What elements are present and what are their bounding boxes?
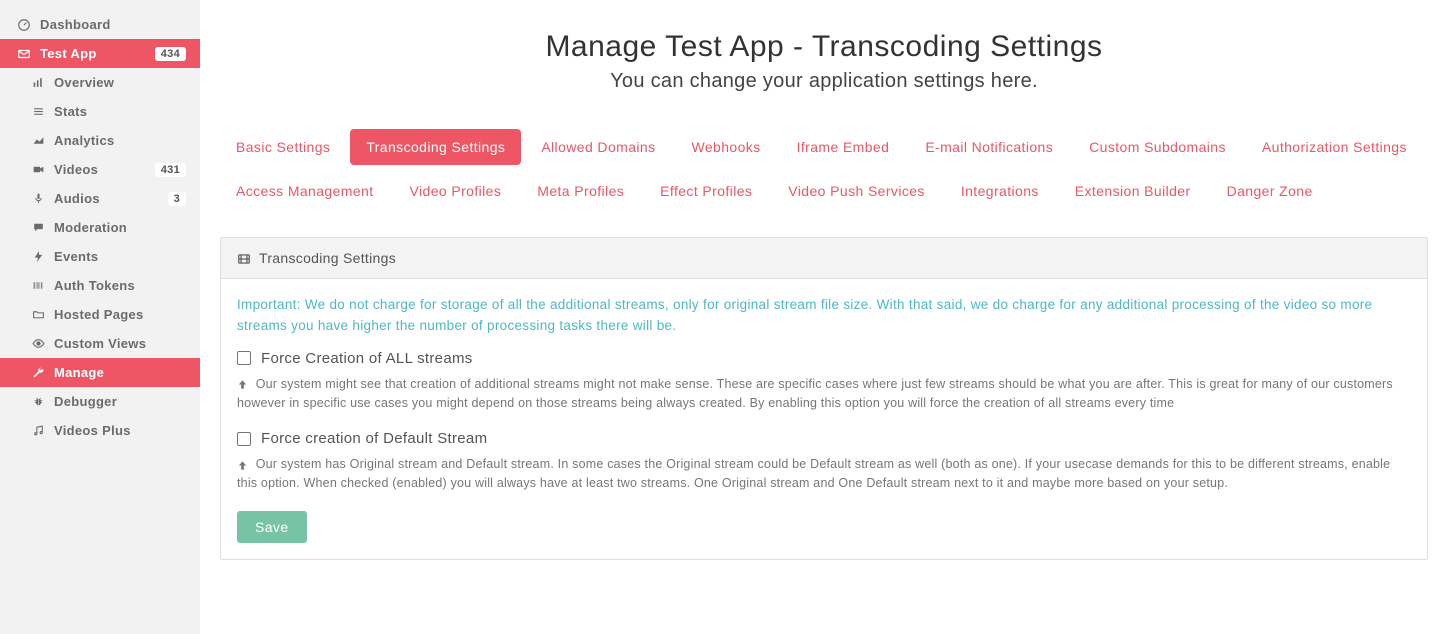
- force-default-stream-checkbox[interactable]: [237, 432, 251, 446]
- tab-meta-profiles[interactable]: Meta Profiles: [521, 173, 640, 209]
- sidebar-item-test-app[interactable]: Test App 434: [0, 39, 200, 68]
- tab-iframe-embed[interactable]: Iframe Embed: [781, 129, 906, 165]
- tab-authorization-settings[interactable]: Authorization Settings: [1246, 129, 1423, 165]
- sidebar-item-label: Videos Plus: [54, 423, 131, 438]
- sidebar-item-label: Videos: [54, 162, 98, 177]
- tab-effect-profiles[interactable]: Effect Profiles: [644, 173, 768, 209]
- list-icon: [28, 105, 48, 118]
- panel-body: Important: We do not charge for storage …: [221, 279, 1427, 559]
- force-all-streams-label[interactable]: Force Creation of ALL streams: [261, 350, 473, 367]
- wrench-icon: [28, 366, 48, 379]
- force-all-streams-hint: Our system might see that creation of ad…: [237, 375, 1411, 413]
- dashboard-icon: [14, 18, 34, 32]
- arrow-up-icon: [237, 377, 252, 391]
- sidebar-item-label: Dashboard: [40, 17, 111, 32]
- count-badge: 431: [155, 163, 186, 177]
- sidebar-item-label: Manage: [54, 365, 104, 380]
- bug-icon: [28, 395, 48, 408]
- sidebar-item-label: Auth Tokens: [54, 278, 135, 293]
- panel-title: Transcoding Settings: [259, 250, 396, 266]
- tab-integrations[interactable]: Integrations: [945, 173, 1055, 209]
- sidebar-item-events[interactable]: Events: [0, 242, 200, 271]
- sidebar-item-label: Events: [54, 249, 98, 264]
- area-chart-icon: [28, 134, 48, 147]
- important-notice: Important: We do not charge for storage …: [237, 295, 1411, 336]
- sidebar-item-label: Moderation: [54, 220, 127, 235]
- count-badge: 434: [155, 47, 186, 61]
- tabs: Basic Settings Transcoding Settings Allo…: [220, 129, 1428, 217]
- sidebar-item-debugger[interactable]: Debugger: [0, 387, 200, 416]
- tab-extension-builder[interactable]: Extension Builder: [1059, 173, 1207, 209]
- sidebar-item-overview[interactable]: Overview: [0, 68, 200, 97]
- force-all-streams-checkbox[interactable]: [237, 351, 251, 365]
- tab-allowed-domains[interactable]: Allowed Domains: [525, 129, 671, 165]
- sidebar-item-hosted-pages[interactable]: Hosted Pages: [0, 300, 200, 329]
- sidebar-item-label: Overview: [54, 75, 114, 90]
- microphone-icon: [28, 192, 48, 205]
- sidebar-item-label: Test App: [40, 46, 97, 61]
- force-default-stream-label[interactable]: Force creation of Default Stream: [261, 430, 487, 447]
- barcode-icon: [28, 279, 48, 292]
- option-force-default-stream: Force creation of Default Stream: [237, 430, 1411, 447]
- sidebar-item-label: Debugger: [54, 394, 117, 409]
- hint-text: Our system might see that creation of ad…: [237, 377, 1393, 410]
- count-badge: 3: [168, 192, 186, 206]
- eye-icon: [28, 337, 48, 350]
- folder-icon: [28, 308, 48, 321]
- comment-icon: [28, 221, 48, 234]
- page-subtitle: You can change your application settings…: [220, 70, 1428, 93]
- tab-custom-subdomains[interactable]: Custom Subdomains: [1073, 129, 1242, 165]
- sidebar-item-videos[interactable]: Videos 431: [0, 155, 200, 184]
- sidebar-item-dashboard[interactable]: Dashboard: [0, 10, 200, 39]
- sidebar-item-audios[interactable]: Audios 3: [0, 184, 200, 213]
- tab-webhooks[interactable]: Webhooks: [675, 129, 776, 165]
- save-button[interactable]: Save: [237, 511, 307, 543]
- sidebar: Dashboard Test App 434 Overview Stats: [0, 0, 200, 634]
- hint-text: Our system has Original stream and Defau…: [237, 457, 1390, 490]
- page-title: Manage Test App - Transcoding Settings: [220, 30, 1428, 64]
- tab-transcoding-settings[interactable]: Transcoding Settings: [350, 129, 521, 165]
- sidebar-item-auth-tokens[interactable]: Auth Tokens: [0, 271, 200, 300]
- sidebar-item-label: Analytics: [54, 133, 115, 148]
- chart-bar-icon: [28, 76, 48, 89]
- sidebar-item-label: Custom Views: [54, 336, 146, 351]
- tab-email-notifications[interactable]: E-mail Notifications: [909, 129, 1069, 165]
- sidebar-item-label: Audios: [54, 191, 100, 206]
- force-default-stream-hint: Our system has Original stream and Defau…: [237, 455, 1411, 493]
- sidebar-item-label: Stats: [54, 104, 87, 119]
- transcoding-settings-panel: Transcoding Settings Important: We do no…: [220, 237, 1428, 560]
- music-icon: [28, 424, 48, 437]
- arrow-up-icon: [237, 457, 252, 471]
- video-icon: [28, 163, 48, 176]
- sidebar-item-custom-views[interactable]: Custom Views: [0, 329, 200, 358]
- sidebar-item-label: Hosted Pages: [54, 307, 144, 322]
- tab-video-profiles[interactable]: Video Profiles: [394, 173, 518, 209]
- film-icon: [237, 250, 251, 266]
- sidebar-item-videos-plus[interactable]: Videos Plus: [0, 416, 200, 445]
- sidebar-item-stats[interactable]: Stats: [0, 97, 200, 126]
- tab-basic-settings[interactable]: Basic Settings: [220, 129, 346, 165]
- panel-header: Transcoding Settings: [221, 238, 1427, 279]
- tab-video-push-services[interactable]: Video Push Services: [772, 173, 941, 209]
- sidebar-item-analytics[interactable]: Analytics: [0, 126, 200, 155]
- envelope-icon: [14, 47, 34, 61]
- tab-access-management[interactable]: Access Management: [220, 173, 390, 209]
- sidebar-item-manage[interactable]: Manage: [0, 358, 200, 387]
- bolt-icon: [28, 250, 48, 263]
- tab-danger-zone[interactable]: Danger Zone: [1211, 173, 1329, 209]
- main-content: Manage Test App - Transcoding Settings Y…: [200, 0, 1448, 634]
- sidebar-item-moderation[interactable]: Moderation: [0, 213, 200, 242]
- option-force-all-streams: Force Creation of ALL streams: [237, 350, 1411, 367]
